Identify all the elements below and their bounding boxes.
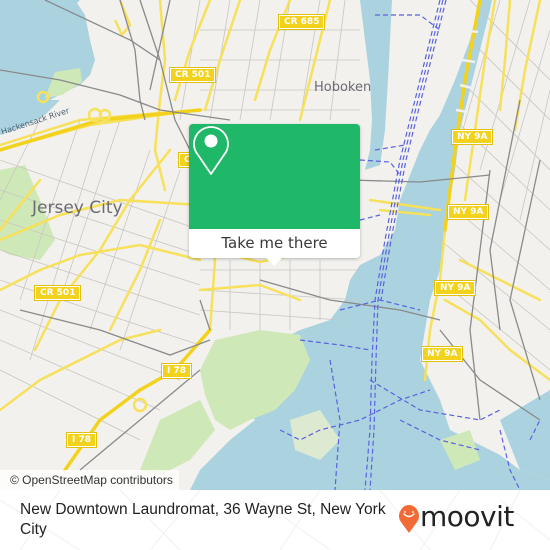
- road-shield-cr-501: CR 501: [168, 67, 217, 83]
- road-shield-cr-501: CR 501: [33, 285, 82, 301]
- road-shield-ny-9a: NY 9A: [433, 280, 477, 296]
- moovit-pin-smile-icon: [399, 505, 419, 533]
- take-me-there-button[interactable]: Take me there: [189, 229, 360, 258]
- map-attribution[interactable]: © OpenStreetMap contributors: [0, 470, 179, 490]
- place-label-hoboken: Hoboken: [314, 80, 372, 95]
- road-shield-ny-9a: NY 9A: [450, 129, 494, 145]
- road-shield-i-78: I 78: [160, 363, 193, 379]
- popup-header: [189, 124, 360, 229]
- road-shield-cr-685: CR 685: [277, 14, 326, 30]
- popup-pointer: [265, 257, 283, 266]
- moovit-logo: moovit: [398, 498, 538, 538]
- moovit-wordmark: moovit: [420, 500, 514, 533]
- road-shield-ny-9a: NY 9A: [420, 346, 464, 362]
- destination-popup: Take me there: [189, 124, 360, 266]
- map-view[interactable]: Jersey City Hoboken Hackensack River CR …: [0, 0, 550, 490]
- place-label-jersey-city: Jersey City: [32, 198, 123, 218]
- footer: New Downtown Laundromat, 36 Wayne St, Ne…: [0, 490, 550, 550]
- map-pin-icon: [193, 126, 229, 175]
- destination-address: New Downtown Laundromat, 36 Wayne St, Ne…: [20, 501, 386, 538]
- road-shield-i-78: I 78: [65, 432, 98, 448]
- road-shield-ny-9a: NY 9A: [446, 204, 490, 220]
